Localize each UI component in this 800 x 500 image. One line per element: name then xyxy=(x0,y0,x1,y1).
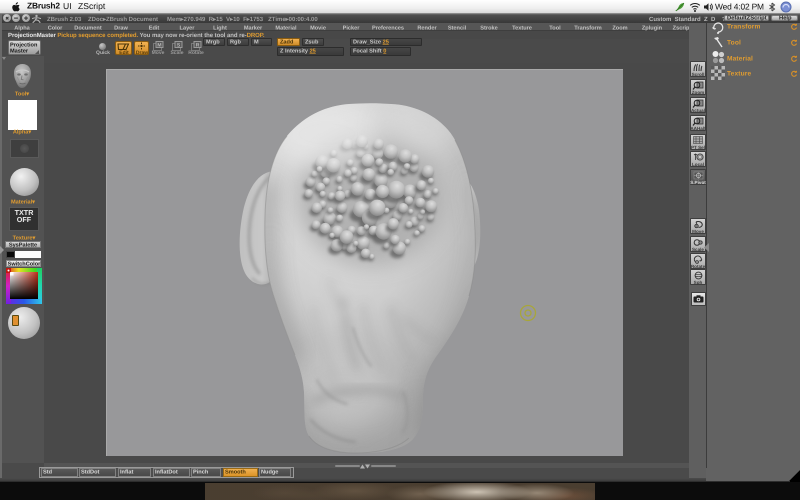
svg-text:AAHalf: AAHalf xyxy=(690,126,706,131)
svg-text:S.Pivot: S.Pivot xyxy=(690,180,706,185)
svg-text:PT Sel: PT Sel xyxy=(691,145,705,150)
svg-text:Scale: Scale xyxy=(692,247,704,252)
svg-text:Move: Move xyxy=(692,229,704,234)
svg-text:Scroll: Scroll xyxy=(692,72,705,77)
svg-text:R: R xyxy=(196,43,200,49)
svg-text:M: M xyxy=(157,43,161,49)
svg-text:Actual: Actual xyxy=(691,108,705,113)
svg-text:Local: Local xyxy=(692,162,704,167)
svg-text:Zoom: Zoom xyxy=(692,90,705,95)
svg-text:Sph: Sph xyxy=(694,280,703,285)
